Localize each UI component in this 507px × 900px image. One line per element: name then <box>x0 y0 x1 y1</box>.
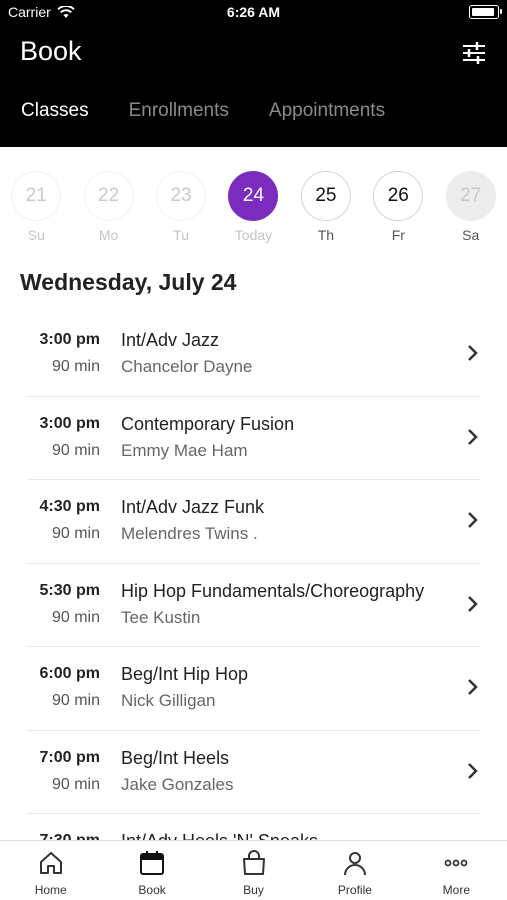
class-instructor: Melendres Twins . <box>121 524 258 543</box>
class-row[interactable]: 6:00 pm 90 min Beg/Int Hip Hop Nick Gill… <box>27 647 480 731</box>
date-item-26[interactable]: 26 Fr <box>370 171 426 251</box>
nav-label: Book <box>138 883 166 897</box>
nav-buy[interactable]: Buy <box>203 841 304 900</box>
weekday-label: Su <box>27 227 45 243</box>
class-duration: 90 min <box>51 775 100 793</box>
date-number: 22 <box>83 171 134 221</box>
class-name: Int/Adv Jazz <box>121 330 220 350</box>
date-number: 24 <box>228 171 279 221</box>
class-name: Int/Adv Heels 'N' Sneaks <box>121 831 318 840</box>
nav-home[interactable]: Home <box>0 841 101 900</box>
home-icon <box>39 852 62 874</box>
person-icon <box>343 852 366 876</box>
title-bar: Book <box>0 24 507 80</box>
chevron-right-icon <box>468 679 478 695</box>
class-time: 5:30 pm <box>39 581 100 599</box>
chevron-right-icon <box>468 345 478 361</box>
weekday-label: Th <box>317 227 335 243</box>
date-number: 26 <box>373 171 424 221</box>
class-row[interactable]: 3:00 pm 90 min Int/Adv Jazz Chancelor Da… <box>27 313 480 397</box>
shopping-bag-icon <box>242 850 265 875</box>
battery-icon <box>469 5 502 19</box>
class-row[interactable]: 7:00 pm 90 min Beg/Int Heels Jake Gonzal… <box>27 731 480 814</box>
calendar-icon <box>140 851 165 875</box>
nav-profile[interactable]: Profile <box>304 841 405 900</box>
nav-label: Profile <box>337 883 372 897</box>
class-name: Hip Hop Fundamentals/Choreography <box>121 580 425 601</box>
class-list: 3:00 pm 90 min Int/Adv Jazz Chancelor Da… <box>0 313 507 840</box>
date-number: 25 <box>300 171 351 221</box>
status-bar: Carrier 6:26 AM <box>0 0 507 24</box>
weekday-label: Today <box>234 227 273 243</box>
class-duration: 90 min <box>51 608 100 626</box>
date-strip: 21 Su 22 Mo 23 Tu 24 Today 25 Th 26 Fr 2… <box>0 147 507 251</box>
weekday-label: Mo <box>98 227 119 243</box>
class-name: Contemporary Fusion <box>121 413 295 434</box>
weekday-label: Tu <box>173 227 189 243</box>
more-icon <box>444 859 468 867</box>
class-time: 6:00 pm <box>39 665 100 682</box>
class-instructor: Emmy Mae Ham <box>121 440 248 460</box>
chevron-right-icon <box>468 762 478 779</box>
date-item-21[interactable]: 21 Su <box>8 171 64 251</box>
date-item-23[interactable]: 23 Tu <box>153 171 209 251</box>
date-number: 21 <box>11 171 62 221</box>
bottom-nav: Home Book Buy Profile More <box>0 840 507 900</box>
nav-more[interactable]: More <box>406 841 507 900</box>
class-duration: 90 min <box>51 441 100 459</box>
page-title: Book <box>20 36 82 66</box>
class-instructor: Nick Gilligan <box>121 691 216 710</box>
weekday-label: Fr <box>391 227 405 243</box>
tab-appointments[interactable]: Appointments <box>269 100 385 132</box>
class-row[interactable]: 7:30 pm Int/Adv Heels 'N' Sneaks <box>27 814 480 840</box>
tab-bar: Classes Enrollments Appointments <box>0 100 507 132</box>
date-item-27[interactable]: 27 Sa <box>443 171 499 251</box>
chevron-right-icon <box>468 595 478 612</box>
class-duration: 90 min <box>51 358 100 375</box>
class-time: 7:30 pm <box>40 832 100 840</box>
date-number: 27 <box>445 171 496 221</box>
class-time: 3:00 pm <box>39 414 100 432</box>
header-area: Carrier 6:26 AM Book Classes Enrollments… <box>0 0 507 147</box>
class-name: Int/Adv Jazz Funk <box>121 497 265 517</box>
class-time: 7:00 pm <box>39 748 100 766</box>
nav-label: More <box>442 883 470 897</box>
nav-label: Home <box>34 883 67 897</box>
nav-book[interactable]: Book <box>101 841 202 900</box>
class-name: Beg/Int Heels <box>121 747 230 768</box>
date-item-22[interactable]: 22 Mo <box>81 171 137 251</box>
nav-label: Buy <box>243 883 264 897</box>
chevron-right-icon <box>468 428 478 445</box>
tab-classes[interactable]: Classes <box>21 100 89 132</box>
date-item-24-today[interactable]: 24 Today <box>225 171 281 251</box>
class-row[interactable]: 5:30 pm 90 min Hip Hop Fundamentals/Chor… <box>27 564 480 647</box>
tab-enrollments[interactable]: Enrollments <box>129 100 229 132</box>
date-item-25[interactable]: 25 Th <box>298 171 354 251</box>
class-duration: 90 min <box>51 525 100 542</box>
clock: 6:26 AM <box>226 4 281 20</box>
filter-sliders-icon[interactable] <box>461 40 487 66</box>
class-instructor: Tee Kustin <box>121 607 201 627</box>
class-time: 4:30 pm <box>39 498 100 515</box>
chevron-right-icon <box>468 512 478 528</box>
weekday-label: Sa <box>462 227 480 243</box>
date-number: 23 <box>156 171 207 221</box>
class-row[interactable]: 3:00 pm 90 min Contemporary Fusion Emmy … <box>27 397 480 480</box>
class-time: 3:00 pm <box>39 331 100 348</box>
class-instructor: Jake Gonzales <box>121 774 234 794</box>
class-duration: 90 min <box>51 692 100 709</box>
class-name: Beg/Int Hip Hop <box>121 664 249 684</box>
class-row[interactable]: 4:30 pm 90 min Int/Adv Jazz Funk Melendr… <box>27 480 480 564</box>
selected-date-heading: Wednesday, July 24 <box>20 269 237 295</box>
class-instructor: Chancelor Dayne <box>121 357 253 376</box>
